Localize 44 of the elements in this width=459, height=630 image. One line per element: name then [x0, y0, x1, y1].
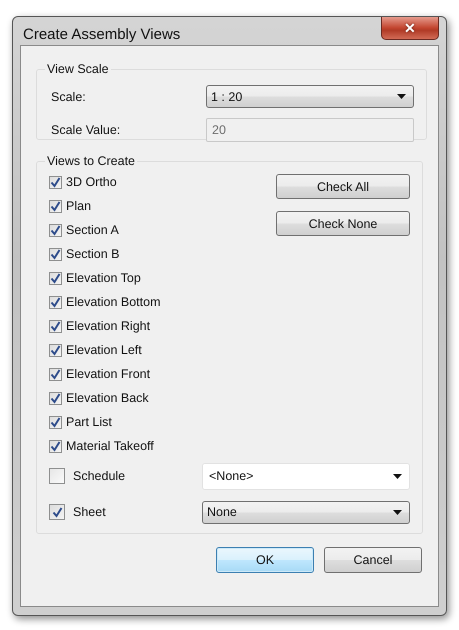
group-title: Views to Create	[46, 154, 136, 168]
window-title: Create Assembly Views	[23, 26, 180, 43]
checkbox-label: Elevation Top	[66, 271, 141, 285]
checkbox-label: Schedule	[73, 469, 126, 483]
scale-dropdown[interactable]: 1 : 20	[206, 85, 414, 108]
checkbox[interactable]	[49, 440, 62, 452]
checkbox[interactable]	[49, 504, 65, 520]
caret-icon	[397, 94, 406, 99]
checkbox[interactable]	[49, 320, 62, 332]
checkbox[interactable]	[49, 200, 62, 212]
checkbox-label: Material Takeoff	[66, 439, 154, 453]
field-label: Scale:	[50, 90, 87, 104]
checkbox-label: Elevation Left	[66, 343, 142, 357]
checkbox-label: Plan	[66, 199, 92, 213]
checkbox-label: Part List	[66, 415, 112, 429]
template-dropdown[interactable]: <None>	[202, 462, 410, 490]
checkbox-label: 3D Ortho	[66, 175, 117, 189]
group-title: View Scale	[46, 62, 110, 76]
checkbox-label: Elevation Back	[66, 391, 149, 405]
checkbox[interactable]	[49, 468, 65, 484]
check-button[interactable]: Check All	[276, 174, 410, 199]
checkbox-label: Section B	[66, 247, 120, 261]
close-button[interactable]: ✕	[381, 17, 439, 40]
checkbox[interactable]	[49, 296, 62, 308]
field-label: Scale Value:	[50, 122, 122, 136]
checkbox[interactable]	[49, 344, 62, 356]
checkbox[interactable]	[49, 272, 62, 284]
caret-icon	[393, 474, 402, 478]
checkbox[interactable]	[49, 224, 62, 236]
checkbox[interactable]	[49, 416, 62, 428]
checkbox-label: Section A	[66, 223, 119, 237]
template-dropdown[interactable]: None	[202, 500, 410, 524]
checkbox-label: Sheet	[73, 505, 106, 519]
checkbox[interactable]	[49, 248, 62, 260]
checkbox-label: Elevation Front	[66, 367, 150, 381]
checkbox[interactable]	[49, 392, 62, 404]
ok-button[interactable]: OK	[216, 547, 314, 573]
checkbox-label: Elevation Bottom	[66, 295, 160, 309]
checkbox[interactable]	[49, 368, 62, 380]
caret-icon	[393, 510, 402, 514]
cancel-button[interactable]: Cancel	[324, 547, 422, 573]
checkbox-label: Elevation Right	[66, 319, 150, 333]
checkbox[interactable]	[49, 176, 62, 188]
check-button[interactable]: Check None	[276, 211, 410, 236]
